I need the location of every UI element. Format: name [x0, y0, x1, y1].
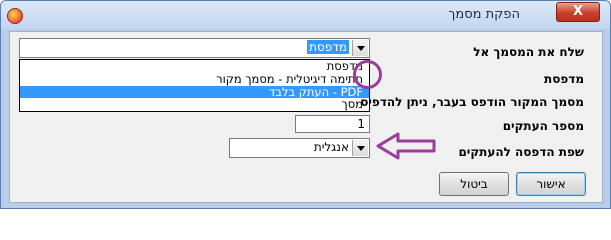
close-button[interactable]: X	[556, 2, 600, 22]
title-bar: הפקת מסמך X	[1, 1, 610, 29]
window-title: הפקת מסמך	[448, 7, 520, 22]
dropdown-item-screen[interactable]: מסך	[20, 98, 369, 111]
annotation-arrow-icon	[376, 132, 436, 160]
chevron-down-icon[interactable]	[352, 140, 368, 156]
language-select[interactable]: אנגלית	[229, 138, 370, 158]
dropdown-item-digital-signature[interactable]: חתימה דיגיטלית - מסמך מקור	[20, 72, 369, 86]
dropdown-item-printer[interactable]: מדפסת	[20, 60, 369, 73]
app-icon	[7, 8, 23, 24]
cancel-button[interactable]: ביטול	[439, 172, 509, 196]
send-to-value: מדפסת	[307, 40, 349, 54]
send-to-label: שלח את המסמך אל	[473, 45, 584, 59]
language-label: שפת הדפסה להעתקים	[458, 145, 584, 159]
send-to-select[interactable]: מדפסת	[19, 38, 370, 58]
dialog-body: מדפסת מדפסת חתימה דיגיטלית - מסמך מקור P…	[9, 31, 603, 203]
annotation-circle	[353, 60, 382, 89]
print-dialog-window: הפקת מסמך X מדפסת מדפסת חתימה דיגיטלית -…	[0, 0, 611, 209]
send-to-dropdown-list[interactable]: מדפסת חתימה דיגיטלית - מסמך מקור PDF - ה…	[19, 59, 370, 112]
ok-button[interactable]: אישור	[516, 172, 586, 196]
original-printed-label: מסמך המקור הודפס בעבר, ניתן להדפיס	[360, 95, 584, 109]
chevron-down-icon[interactable]	[352, 40, 368, 56]
copies-input[interactable]: 1	[295, 115, 370, 133]
language-value: אנגלית	[313, 140, 349, 154]
copies-label: מספר העתקים	[502, 119, 584, 133]
dropdown-item-pdf[interactable]: PDF - העתק בלבד	[20, 85, 369, 99]
printer-label: מדפסת	[544, 72, 584, 86]
